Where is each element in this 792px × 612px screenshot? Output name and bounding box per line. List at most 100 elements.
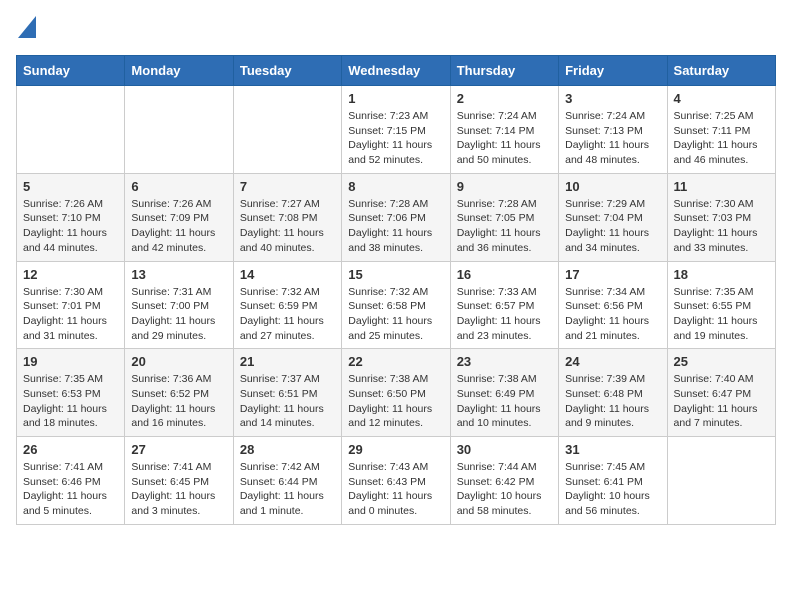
day-info: Sunrise: 7:35 AM Sunset: 6:53 PM Dayligh… (23, 372, 118, 431)
day-number: 29 (348, 442, 443, 457)
calendar-cell: 26 Sunrise: 7:41 AM Sunset: 6:46 PM Dayli… (17, 437, 125, 525)
day-info: Sunrise: 7:24 AM Sunset: 7:14 PM Dayligh… (457, 109, 552, 168)
day-number: 12 (23, 267, 118, 282)
day-info: Sunrise: 7:42 AM Sunset: 6:44 PM Dayligh… (240, 460, 335, 519)
day-number: 9 (457, 179, 552, 194)
day-info: Sunrise: 7:24 AM Sunset: 7:13 PM Dayligh… (565, 109, 660, 168)
day-info: Sunrise: 7:33 AM Sunset: 6:57 PM Dayligh… (457, 285, 552, 344)
day-info: Sunrise: 7:26 AM Sunset: 7:09 PM Dayligh… (131, 197, 226, 256)
calendar-cell: 23 Sunrise: 7:38 AM Sunset: 6:49 PM Dayli… (450, 349, 558, 437)
day-number: 26 (23, 442, 118, 457)
day-number: 15 (348, 267, 443, 282)
calendar-cell: 20Sunrise: 7:36 AM Sunset: 6:52 PM Dayli… (125, 349, 233, 437)
calendar-cell: 9 Sunrise: 7:28 AM Sunset: 7:05 PM Daylig… (450, 173, 558, 261)
logo (16, 16, 36, 43)
calendar-cell: 16 Sunrise: 7:33 AM Sunset: 6:57 PM Dayli… (450, 261, 558, 349)
day-info: Sunrise: 7:38 AM Sunset: 6:50 PM Dayligh… (348, 372, 443, 431)
calendar-cell: 11 Sunrise: 7:30 AM Sunset: 7:03 PM Dayli… (667, 173, 775, 261)
calendar-cell: 21 Sunrise: 7:37 AM Sunset: 6:51 PM Dayli… (233, 349, 341, 437)
calendar-cell: 14 Sunrise: 7:32 AM Sunset: 6:59 PM Dayli… (233, 261, 341, 349)
day-number: 3 (565, 91, 660, 106)
calendar-cell: 15 Sunrise: 7:32 AM Sunset: 6:58 PM Dayli… (342, 261, 450, 349)
day-info: Sunrise: 7:30 AM Sunset: 7:03 PM Dayligh… (674, 197, 769, 256)
day-info: Sunrise: 7:31 AM Sunset: 7:00 PM Dayligh… (131, 285, 226, 344)
day-info: Sunrise: 7:32 AM Sunset: 6:59 PM Dayligh… (240, 285, 335, 344)
day-info: Sunrise: 7:28 AM Sunset: 7:05 PM Dayligh… (457, 197, 552, 256)
day-info: Sunrise: 7:26 AM Sunset: 7:10 PM Dayligh… (23, 197, 118, 256)
day-info: Sunrise: 7:38 AM Sunset: 6:49 PM Dayligh… (457, 372, 552, 431)
day-number: 4 (674, 91, 769, 106)
day-number: 5 (23, 179, 118, 194)
day-info: Sunrise: 7:25 AM Sunset: 7:11 PM Dayligh… (674, 109, 769, 168)
calendar-cell: 2 Sunrise: 7:24 AM Sunset: 7:14 PM Daylig… (450, 86, 558, 174)
weekday-header-monday: Monday (125, 56, 233, 86)
calendar-cell: 7 Sunrise: 7:27 AM Sunset: 7:08 PM Daylig… (233, 173, 341, 261)
day-info: Sunrise: 7:44 AM Sunset: 6:42 PM Dayligh… (457, 460, 552, 519)
calendar-cell: 28 Sunrise: 7:42 AM Sunset: 6:44 PM Dayli… (233, 437, 341, 525)
calendar-week-row: 5 Sunrise: 7:26 AM Sunset: 7:10 PM Daylig… (17, 173, 776, 261)
day-number: 23 (457, 354, 552, 369)
day-number: 27 (131, 442, 226, 457)
day-number: 28 (240, 442, 335, 457)
calendar-cell: 10 Sunrise: 7:29 AM Sunset: 7:04 PM Dayli… (559, 173, 667, 261)
calendar-cell: 22Sunrise: 7:38 AM Sunset: 6:50 PM Dayli… (342, 349, 450, 437)
day-number: 1 (348, 91, 443, 106)
calendar-cell: 27 Sunrise: 7:41 AM Sunset: 6:45 PM Dayli… (125, 437, 233, 525)
day-number: 24 (565, 354, 660, 369)
calendar-cell: 19Sunrise: 7:35 AM Sunset: 6:53 PM Dayli… (17, 349, 125, 437)
calendar-table: SundayMondayTuesdayWednesdayThursdayFrid… (16, 55, 776, 525)
day-number: 31 (565, 442, 660, 457)
day-number: 16 (457, 267, 552, 282)
day-number: 18 (674, 267, 769, 282)
weekday-header-saturday: Saturday (667, 56, 775, 86)
day-number: 21 (240, 354, 335, 369)
day-info: Sunrise: 7:23 AM Sunset: 7:15 PM Dayligh… (348, 109, 443, 168)
day-number: 20 (131, 354, 226, 369)
weekday-header-thursday: Thursday (450, 56, 558, 86)
day-number: 13 (131, 267, 226, 282)
calendar-cell: 31Sunrise: 7:45 AM Sunset: 6:41 PM Dayli… (559, 437, 667, 525)
day-info: Sunrise: 7:27 AM Sunset: 7:08 PM Dayligh… (240, 197, 335, 256)
day-number: 2 (457, 91, 552, 106)
day-info: Sunrise: 7:35 AM Sunset: 6:55 PM Dayligh… (674, 285, 769, 344)
calendar-cell: 3 Sunrise: 7:24 AM Sunset: 7:13 PM Daylig… (559, 86, 667, 174)
day-info: Sunrise: 7:30 AM Sunset: 7:01 PM Dayligh… (23, 285, 118, 344)
calendar-cell: 6 Sunrise: 7:26 AM Sunset: 7:09 PM Daylig… (125, 173, 233, 261)
day-info: Sunrise: 7:39 AM Sunset: 6:48 PM Dayligh… (565, 372, 660, 431)
calendar-cell: 8 Sunrise: 7:28 AM Sunset: 7:06 PM Daylig… (342, 173, 450, 261)
calendar-week-row: 19Sunrise: 7:35 AM Sunset: 6:53 PM Dayli… (17, 349, 776, 437)
day-info: Sunrise: 7:41 AM Sunset: 6:45 PM Dayligh… (131, 460, 226, 519)
logo-triangle-icon (18, 16, 36, 38)
weekday-header-friday: Friday (559, 56, 667, 86)
day-number: 7 (240, 179, 335, 194)
weekday-header-sunday: Sunday (17, 56, 125, 86)
day-info: Sunrise: 7:34 AM Sunset: 6:56 PM Dayligh… (565, 285, 660, 344)
calendar-cell (17, 86, 125, 174)
day-number: 14 (240, 267, 335, 282)
weekday-header-wednesday: Wednesday (342, 56, 450, 86)
day-number: 17 (565, 267, 660, 282)
day-number: 11 (674, 179, 769, 194)
day-number: 25 (674, 354, 769, 369)
day-info: Sunrise: 7:32 AM Sunset: 6:58 PM Dayligh… (348, 285, 443, 344)
calendar-cell (667, 437, 775, 525)
day-number: 8 (348, 179, 443, 194)
calendar-week-row: 26 Sunrise: 7:41 AM Sunset: 6:46 PM Dayli… (17, 437, 776, 525)
calendar-cell: 4 Sunrise: 7:25 AM Sunset: 7:11 PM Daylig… (667, 86, 775, 174)
calendar-header-row: SundayMondayTuesdayWednesdayThursdayFrid… (17, 56, 776, 86)
day-info: Sunrise: 7:29 AM Sunset: 7:04 PM Dayligh… (565, 197, 660, 256)
calendar-cell: 1 Sunrise: 7:23 AM Sunset: 7:15 PM Daylig… (342, 86, 450, 174)
calendar-cell: 25Sunrise: 7:40 AM Sunset: 6:47 PM Dayli… (667, 349, 775, 437)
day-info: Sunrise: 7:28 AM Sunset: 7:06 PM Dayligh… (348, 197, 443, 256)
calendar-cell: 30 Sunrise: 7:44 AM Sunset: 6:42 PM Dayli… (450, 437, 558, 525)
calendar-cell (125, 86, 233, 174)
calendar-week-row: 12 Sunrise: 7:30 AM Sunset: 7:01 PM Dayli… (17, 261, 776, 349)
day-number: 6 (131, 179, 226, 194)
day-info: Sunrise: 7:41 AM Sunset: 6:46 PM Dayligh… (23, 460, 118, 519)
day-number: 30 (457, 442, 552, 457)
day-number: 10 (565, 179, 660, 194)
day-info: Sunrise: 7:43 AM Sunset: 6:43 PM Dayligh… (348, 460, 443, 519)
day-info: Sunrise: 7:37 AM Sunset: 6:51 PM Dayligh… (240, 372, 335, 431)
calendar-cell: 18 Sunrise: 7:35 AM Sunset: 6:55 PM Dayli… (667, 261, 775, 349)
calendar-body: 1 Sunrise: 7:23 AM Sunset: 7:15 PM Daylig… (17, 86, 776, 525)
